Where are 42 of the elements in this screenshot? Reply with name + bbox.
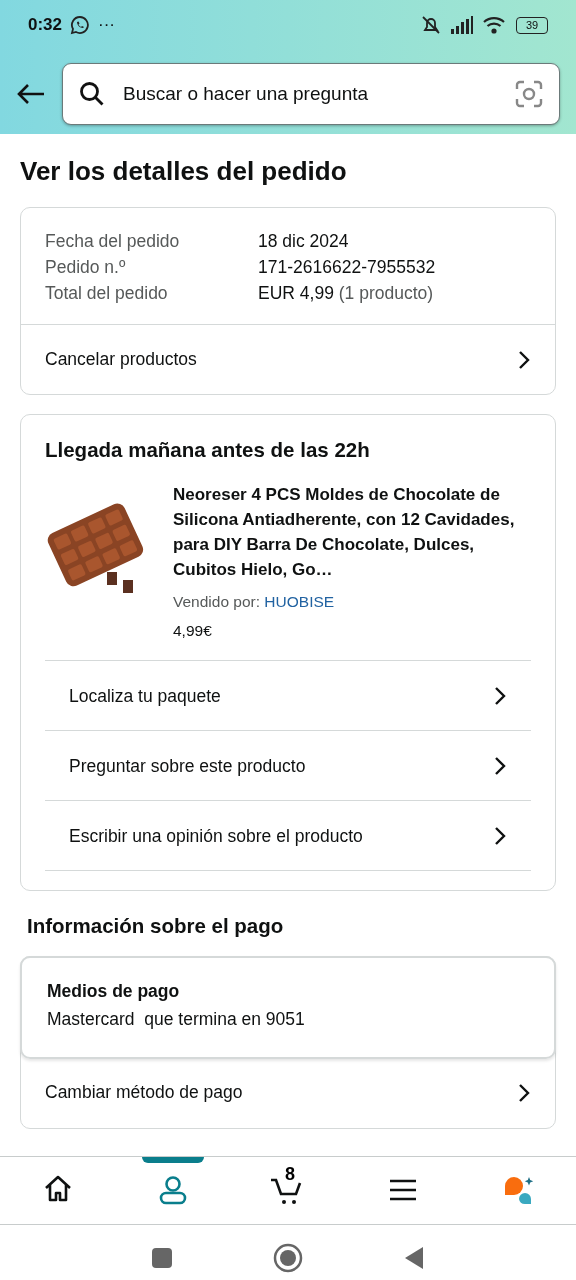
delivery-heading: Llegada mañana antes de las 22h (45, 437, 371, 463)
battery-level: 39 (516, 16, 548, 34)
field-value: 171-2616622-7955532 (258, 257, 436, 277)
muted-bell-icon (420, 14, 442, 36)
camera-scan-icon (515, 80, 543, 108)
search-icon (79, 81, 105, 107)
chat-bubbles-icon (502, 1174, 535, 1206)
list-action[interactable]: Escribir una opinión sobre el producto (45, 800, 531, 871)
back-button[interactable] (403, 1245, 425, 1270)
more-notifications: ··· (98, 14, 115, 37)
chevron-right-icon (493, 825, 507, 846)
search-field[interactable]: Buscar o hacer una pregunta (121, 78, 499, 110)
list-action[interactable]: Localiza tu paquete (45, 660, 531, 731)
item-count: (1 producto) (338, 283, 434, 303)
product-title[interactable]: Neoreser 4 PCS Moldes de Chocolate de Silicona Antiadherente, con 12 Cavidades, para DIY Barra De Chocolate, Dulces, Cubitos Hielo, Go… (173, 481, 531, 582)
chevron-right-icon (493, 685, 507, 706)
field-label: Pedido n.º (45, 256, 127, 279)
chevron-right-icon (493, 755, 507, 776)
field-value: EUR 4,99 (258, 283, 334, 303)
clock: 0:32 (28, 14, 63, 37)
chat-icon (70, 15, 91, 35)
cart-count: 8 (285, 1164, 295, 1183)
seller-label: Vendido por: (173, 592, 261, 610)
list-action[interactable]: Preguntar sobre este producto (45, 730, 531, 801)
section-heading: Información sobre el pago (27, 913, 285, 940)
home-button[interactable] (273, 1242, 303, 1273)
list-action[interactable]: Cambiar método de pago (21, 1057, 555, 1128)
seller-link[interactable]: HUOBISE (264, 592, 335, 610)
list-action[interactable]: Cancelar productos (21, 324, 555, 394)
nav-tab[interactable]: 8 (230, 1156, 346, 1224)
payment-label: Medios de pago (47, 980, 181, 1003)
signal-icon (450, 16, 474, 34)
field-label: Total del pedido (45, 282, 169, 305)
chevron-right-icon (517, 1082, 531, 1103)
page-title: Ver los detalles del pedido (20, 155, 348, 188)
product-price: 4,99€ (173, 621, 213, 641)
search-bar[interactable]: Buscar o hacer una pregunta (62, 63, 560, 125)
payment-method: Mastercard que termina en 9051 (47, 1008, 306, 1032)
recents-button[interactable] (151, 1246, 173, 1269)
chevron-right-icon (517, 349, 531, 370)
field-label: Fecha del pedido (45, 230, 181, 253)
field-value: 18 dic 2024 (258, 231, 349, 251)
